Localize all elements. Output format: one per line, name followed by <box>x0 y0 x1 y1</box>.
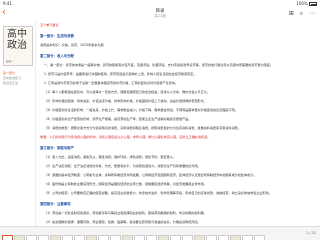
content-line: （1）每个人都希望在变化中，可以选择以一定的方式，保障和保障自己的合法权益，坚持… <box>44 90 210 94</box>
page-thumbnail[interactable] <box>146 235 157 240</box>
bottom-bar: 1 / 21 <box>0 226 320 240</box>
page-thumbnail[interactable] <box>206 235 217 240</box>
content-line: 重要：人们的消费行为受消费心理的影响，消费心理包括从众心理、求异心理、攀比心理和… <box>40 135 211 139</box>
page-thumbnail[interactable] <box>62 235 73 240</box>
sidebar-line: 高中政治复习 <box>3 76 22 80</box>
page-thumbnail[interactable] <box>254 235 265 240</box>
page-thumbnail[interactable] <box>218 235 229 240</box>
page-thumbnails <box>2 229 266 240</box>
page-thumbnail[interactable] <box>50 235 61 240</box>
cover-subtitle: 必修一 <box>6 60 14 63</box>
page-thumbnail[interactable] <box>182 235 193 240</box>
content-line: （5）消费的类型：按照交易方式分为钱货两清的消费、贷款消费和租赁消费；按照消费目… <box>44 126 241 130</box>
page-thumbnail[interactable] <box>110 235 121 240</box>
content-line: （3）我国的基本经济制度：公有制为主体、多种所有制经济共同发展，公有制经济包括国… <box>44 173 257 177</box>
content-line: （5）公司的经营：公司要制定正确的经营战略，提高自主创新能力，依靠技术进步、科学… <box>44 191 272 195</box>
status-battery: 100% <box>296 1 317 6</box>
page-thumbnail[interactable] <box>38 235 49 240</box>
cover-title: 高中政治 <box>7 29 27 51</box>
content-line: （2）影响价格的因素：供求关系、价值决定价格，供求影响价格，价格围绕价值上下波动… <box>44 99 207 103</box>
battery-icon <box>309 2 317 6</box>
page-indicator: 1 / 21 <box>305 231 316 235</box>
content-line: （2）生产决定消费：生产决定消费的对象、方式、质量和水平，为消费创造动力；消费对… <box>44 164 201 168</box>
sidebar-line: 第一部分 <box>3 71 16 75</box>
nav-actions[interactable]: ⊞ ⌕ ⋯ <box>289 10 317 18</box>
document-content[interactable]: 五个单元要点第一部分：生活与消费消费基本知识：价格、货币、2023年版本大纲 第二… <box>40 23 316 225</box>
content-line: （4）价格变动对生产经营的影响：调节生产规模，提高劳动生产率，促使企业生产适销对… <box>44 117 192 121</box>
content-line: 1. 纸币只是价值符号，由国家发行并强制使用，纸币贬值会引起物价上涨，影响人民生… <box>44 72 197 76</box>
section-heading: 第三部分：家庭与财产 <box>40 146 74 150</box>
page-thumbnail[interactable] <box>194 235 205 240</box>
section-heading: 第四部分：注意事项 <box>40 202 71 206</box>
page-thumbnail[interactable] <box>242 235 253 240</box>
page-thumbnail[interactable] <box>134 235 145 240</box>
page-thumbnail[interactable] <box>230 235 241 240</box>
page-thumbnail[interactable] <box>14 235 25 240</box>
sidebar-line: 知识点汇总 <box>3 81 19 85</box>
content-line: （2）投资理财的选择：储蓄存款、商业保险、债券、股票等，投资要注意风险与收益的关… <box>44 220 201 224</box>
content-line: （1）劳动是一切社会财富的源泉，劳动者享有平等就业和选择职业的权利、取得劳动报酬… <box>44 211 207 215</box>
content-line: 2. 汇率是用外币表示的用于兑换一定数量本国货币的外币价格，汇率的变化对对外贸易… <box>44 81 178 85</box>
page-thumbnail[interactable] <box>98 235 109 240</box>
status-time: 9:41 <box>3 1 12 6</box>
content-line: 消费基本知识：价格、货币、2023年版本大纲 <box>40 43 104 47</box>
nav-subtitle: 共21页 <box>154 14 166 18</box>
section-heading: 第二部分：收入与分配 <box>40 54 74 58</box>
content-line: （3）价格变动对生活的影响：一般说来，价格上升，需求量会减少；价格下降，需求量会… <box>44 108 238 112</box>
content-line: （1）量入为出，适度消费；避免盲从，理性消费；保护环境，绿色消费；勤俭节约，艰苦… <box>44 155 176 159</box>
content-line: 五个单元要点 <box>40 23 59 27</box>
section-heading: 第一部分：生活与消费 <box>40 34 74 38</box>
page-thumbnail[interactable] <box>86 235 97 240</box>
nav-bar: ‹ 目录 共21页 ⊞ ⌕ ⋯ <box>0 7 320 21</box>
page-thumbnail[interactable] <box>158 235 169 240</box>
book-cover[interactable]: 高中政治 必修一 <box>3 26 33 66</box>
page-thumbnail[interactable] <box>2 235 13 240</box>
content-line: （4）股份制是公有制的主要实现形式，国有经济是国民经济的主导力量，控制国民经济命… <box>44 182 207 186</box>
page-thumbnail[interactable] <box>74 235 85 240</box>
page-thumbnail[interactable] <box>26 235 37 240</box>
page-thumbnail[interactable] <box>122 235 133 240</box>
sidebar: 高中政治 必修一 第一部分 高中政治复习 知识点汇总 <box>0 21 36 226</box>
status-bar: 9:41 100% <box>0 0 320 7</box>
battery-percent: 100% <box>296 1 308 6</box>
content-line: 一、第一部分：货币的本质是一般等价物，货币的职能有价值尺度、流通手段、贮藏手段、… <box>44 63 273 67</box>
page-thumbnail[interactable] <box>170 235 181 240</box>
